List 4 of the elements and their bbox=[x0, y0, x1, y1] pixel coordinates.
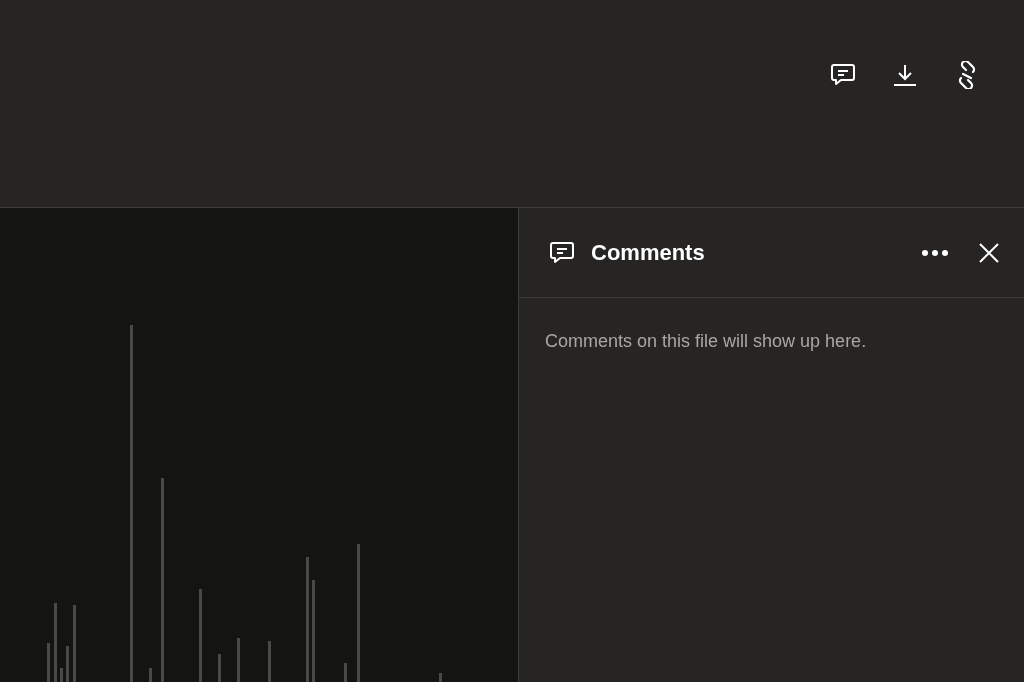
empty-message: Comments on this file will show up here. bbox=[544, 330, 868, 353]
more-options-icon bbox=[922, 249, 948, 256]
panel-title: Comments bbox=[591, 239, 705, 267]
comment-icon bbox=[549, 240, 575, 265]
